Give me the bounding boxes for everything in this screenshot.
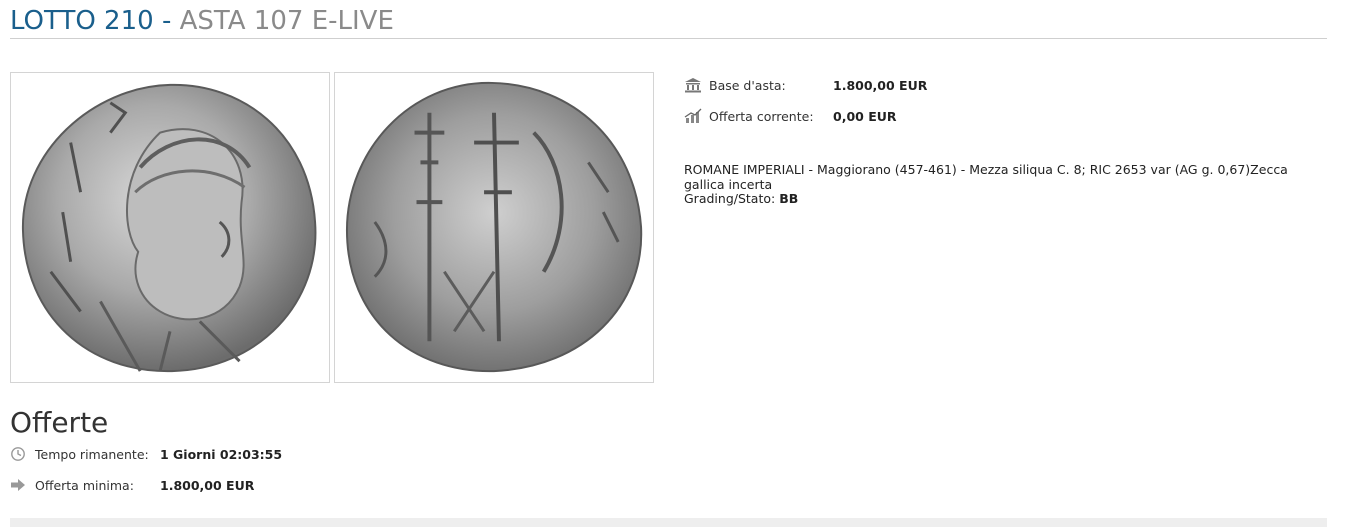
minimum-offer-row: Offerta minima: 1.800,00 EUR xyxy=(10,475,254,495)
coin-obverse-picture xyxy=(21,83,317,373)
base-price-row: Base d'asta: 1.800,00 EUR xyxy=(684,75,927,95)
chart-icon xyxy=(684,108,702,124)
lot-number: LOTTO 210 xyxy=(10,6,154,36)
clock-icon xyxy=(10,446,28,462)
lot-header: LOTTO 210 - ASTA 107 E-LIVE xyxy=(10,4,1327,39)
time-remaining-label: Tempo rimanente: xyxy=(35,446,149,462)
current-offer-value: 0,00 EUR xyxy=(833,108,897,124)
time-remaining-value: 1 Giorni 02:03:55 xyxy=(160,446,283,462)
grading-label: Grading/Stato: xyxy=(684,191,776,206)
minimum-offer-label: Offerta minima: xyxy=(35,477,134,493)
grading-line: Grading/Stato: BB xyxy=(684,191,1324,207)
coin-reverse-image[interactable] xyxy=(334,72,654,383)
base-price-value: 1.800,00 EUR xyxy=(833,77,928,93)
current-offer-label: Offerta corrente: xyxy=(709,108,814,124)
minimum-offer-value: 1.800,00 EUR xyxy=(160,477,255,493)
title-separator: - xyxy=(161,6,172,36)
bid-form-area xyxy=(10,518,1327,527)
description-text: ROMANE IMPERIALI - Maggiorano (457-461) … xyxy=(684,162,1288,192)
offers-heading: Offerte xyxy=(10,406,109,439)
coin-reverse-picture xyxy=(345,81,643,373)
base-price-label: Base d'asta: xyxy=(709,77,786,93)
lot-description: ROMANE IMPERIALI - Maggiorano (457-461) … xyxy=(684,162,1324,207)
bank-icon xyxy=(684,77,702,93)
time-remaining-row: Tempo rimanente: 1 Giorni 02:03:55 xyxy=(10,444,282,464)
grading-value: BB xyxy=(779,191,799,206)
coin-obverse-image[interactable] xyxy=(10,72,330,383)
auction-name: ASTA 107 E-LIVE xyxy=(179,6,394,36)
arrow-right-icon xyxy=(10,477,28,493)
page-title: LOTTO 210 - ASTA 107 E-LIVE xyxy=(10,4,1327,39)
current-offer-row: Offerta corrente: 0,00 EUR xyxy=(684,106,897,126)
